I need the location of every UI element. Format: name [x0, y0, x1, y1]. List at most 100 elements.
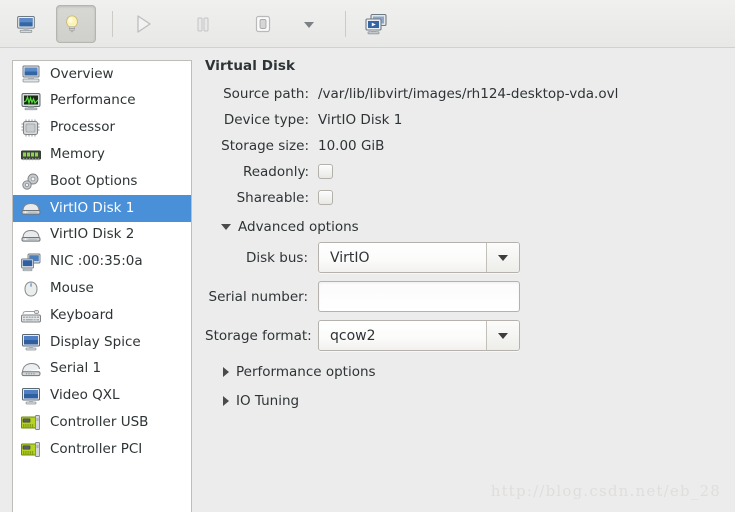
sidebar-item-label: Serial 1 — [50, 360, 102, 377]
expander-label: IO Tuning — [236, 393, 300, 409]
field-readonly: Readonly: — [205, 161, 725, 182]
field-label: Readonly: — [242, 163, 309, 180]
sidebar-item-processor[interactable]: Processor — [13, 115, 191, 142]
hardware-list[interactable]: Overview Performance Processor Memory Bo… — [12, 60, 192, 512]
keyboard-icon — [21, 309, 41, 323]
triangle-right-icon — [223, 367, 229, 377]
sidebar-item-label: Overview — [50, 65, 114, 82]
field-label: Shareable: — [236, 189, 309, 206]
field-storage-size: Storage size: 10.00 GiB — [205, 135, 725, 156]
chevron-down-icon — [304, 21, 314, 28]
sidebar-item-virtio-disk-1[interactable]: VirtIO Disk 1 — [13, 194, 191, 222]
run-button[interactable] — [123, 5, 163, 43]
storage-format-label: Storage format: — [205, 327, 312, 344]
storage-format-value: qcow2 — [319, 321, 487, 350]
field-value: VirtIO Disk 1 — [318, 111, 403, 128]
io-tuning-expander[interactable]: IO Tuning — [223, 393, 725, 409]
memory-stick-icon — [21, 150, 41, 160]
sidebar-item-label: Video QXL — [50, 387, 120, 404]
sidebar-item-label: Processor — [50, 119, 116, 136]
row-storage-format: Storage format: qcow2 — [205, 320, 725, 351]
virt-manager-window: Overview Performance Processor Memory Bo… — [0, 0, 735, 512]
snapshots-icon — [365, 13, 387, 34]
sidebar-item-controller-usb[interactable]: Controller USB — [13, 409, 191, 436]
sidebar-item-mouse[interactable]: Mouse — [13, 275, 191, 302]
sidebar-item-label: Boot Options — [50, 172, 138, 189]
disk-bus-label: Disk bus: — [246, 249, 308, 266]
show-details-button[interactable] — [56, 4, 96, 43]
serial-number-input[interactable] — [318, 281, 520, 312]
shutdown-icon — [255, 15, 271, 32]
row-disk-bus: Disk bus: VirtIO — [205, 242, 725, 273]
field-value: 10.00 GiB — [318, 137, 385, 154]
watermark-text: http://blog.csdn.net/eb_28 — [490, 482, 721, 500]
sidebar-item-keyboard[interactable]: Keyboard — [13, 302, 191, 329]
disk-bus-value: VirtIO — [319, 243, 487, 272]
harddisk-icon — [21, 203, 41, 215]
readonly-checkbox[interactable] — [318, 164, 333, 179]
toolbar-separator-1 — [112, 10, 113, 37]
chevron-down-icon[interactable] — [487, 243, 519, 272]
shutdown-button[interactable] — [243, 5, 283, 43]
sidebar-item-label: Memory — [50, 146, 105, 163]
sidebar-item-label: Display Spice — [50, 333, 141, 350]
advanced-options-expander[interactable]: Advanced options — [221, 219, 725, 235]
controller-card-icon — [21, 414, 40, 430]
sidebar-item-virtio-disk-2[interactable]: VirtIO Disk 2 — [13, 222, 191, 249]
toolbar — [0, 0, 735, 48]
mouse-icon — [24, 281, 38, 297]
sidebar-item-overview[interactable]: Overview — [13, 61, 191, 88]
sidebar-item-boot-options[interactable]: Boot Options — [13, 168, 191, 195]
toolbar-separator-2 — [345, 10, 346, 37]
serial-port-icon — [21, 363, 41, 377]
shareable-checkbox[interactable] — [318, 190, 333, 205]
controller-card-icon — [21, 441, 40, 457]
monitor-icon — [17, 15, 35, 33]
sidebar-item-video-qxl[interactable]: Video QXL — [13, 383, 191, 410]
field-label: Storage size: — [221, 137, 309, 154]
triangle-down-icon — [221, 224, 231, 230]
serial-number-label: Serial number: — [208, 288, 309, 305]
sidebar-item-performance[interactable]: Performance — [13, 88, 191, 115]
sidebar-item-label: VirtIO Disk 2 — [50, 226, 135, 243]
storage-format-select[interactable]: qcow2 — [318, 320, 520, 351]
lightbulb-icon — [66, 14, 78, 32]
cpu-chip-icon — [21, 119, 40, 137]
row-serial-number: Serial number: — [205, 281, 725, 312]
snapshots-button[interactable] — [356, 5, 396, 43]
field-value: /var/lib/libvirt/images/rh124-desktop-vd… — [318, 85, 619, 102]
sidebar-item-label: Mouse — [50, 280, 94, 297]
sidebar-item-label: Keyboard — [50, 306, 114, 323]
field-shareable: Shareable: — [205, 187, 725, 208]
sidebar-item-label: VirtIO Disk 1 — [50, 199, 135, 216]
sidebar-item-memory[interactable]: Memory — [13, 141, 191, 168]
sidebar-item-serial-1[interactable]: Serial 1 — [13, 356, 191, 383]
show-console-button[interactable] — [10, 5, 50, 43]
computer-icon — [22, 65, 40, 83]
harddisk-icon — [21, 230, 41, 242]
sidebar-item-label: Controller PCI — [50, 440, 143, 457]
sidebar-item-display-spice[interactable]: Display Spice — [13, 329, 191, 356]
expander-label: Performance options — [236, 364, 376, 380]
expander-label: Advanced options — [238, 219, 359, 235]
disk-bus-select[interactable]: VirtIO — [318, 242, 520, 273]
performance-options-expander[interactable]: Performance options — [223, 364, 725, 380]
sidebar-item-label: Performance — [50, 92, 136, 109]
chevron-down-icon[interactable] — [487, 321, 519, 350]
field-source-path: Source path: /var/lib/libvirt/images/rh1… — [205, 83, 725, 104]
page-title: Virtual Disk — [205, 58, 296, 74]
field-label: Source path: — [223, 85, 309, 102]
sidebar-item-label: Controller USB — [50, 414, 149, 430]
play-icon — [137, 14, 151, 33]
pause-icon — [197, 17, 209, 31]
sidebar-item-nic[interactable]: NIC :00:35:0a — [13, 249, 191, 276]
triangle-right-icon — [223, 396, 229, 406]
display-icon — [22, 387, 40, 405]
shutdown-menu-button[interactable] — [289, 5, 329, 43]
pause-button[interactable] — [183, 5, 223, 43]
sidebar-item-controller-pci[interactable]: Controller PCI — [13, 436, 191, 463]
display-icon — [22, 334, 40, 351]
network-card-icon — [21, 253, 41, 272]
field-label: Device type: — [223, 111, 309, 128]
gears-icon — [22, 173, 39, 190]
